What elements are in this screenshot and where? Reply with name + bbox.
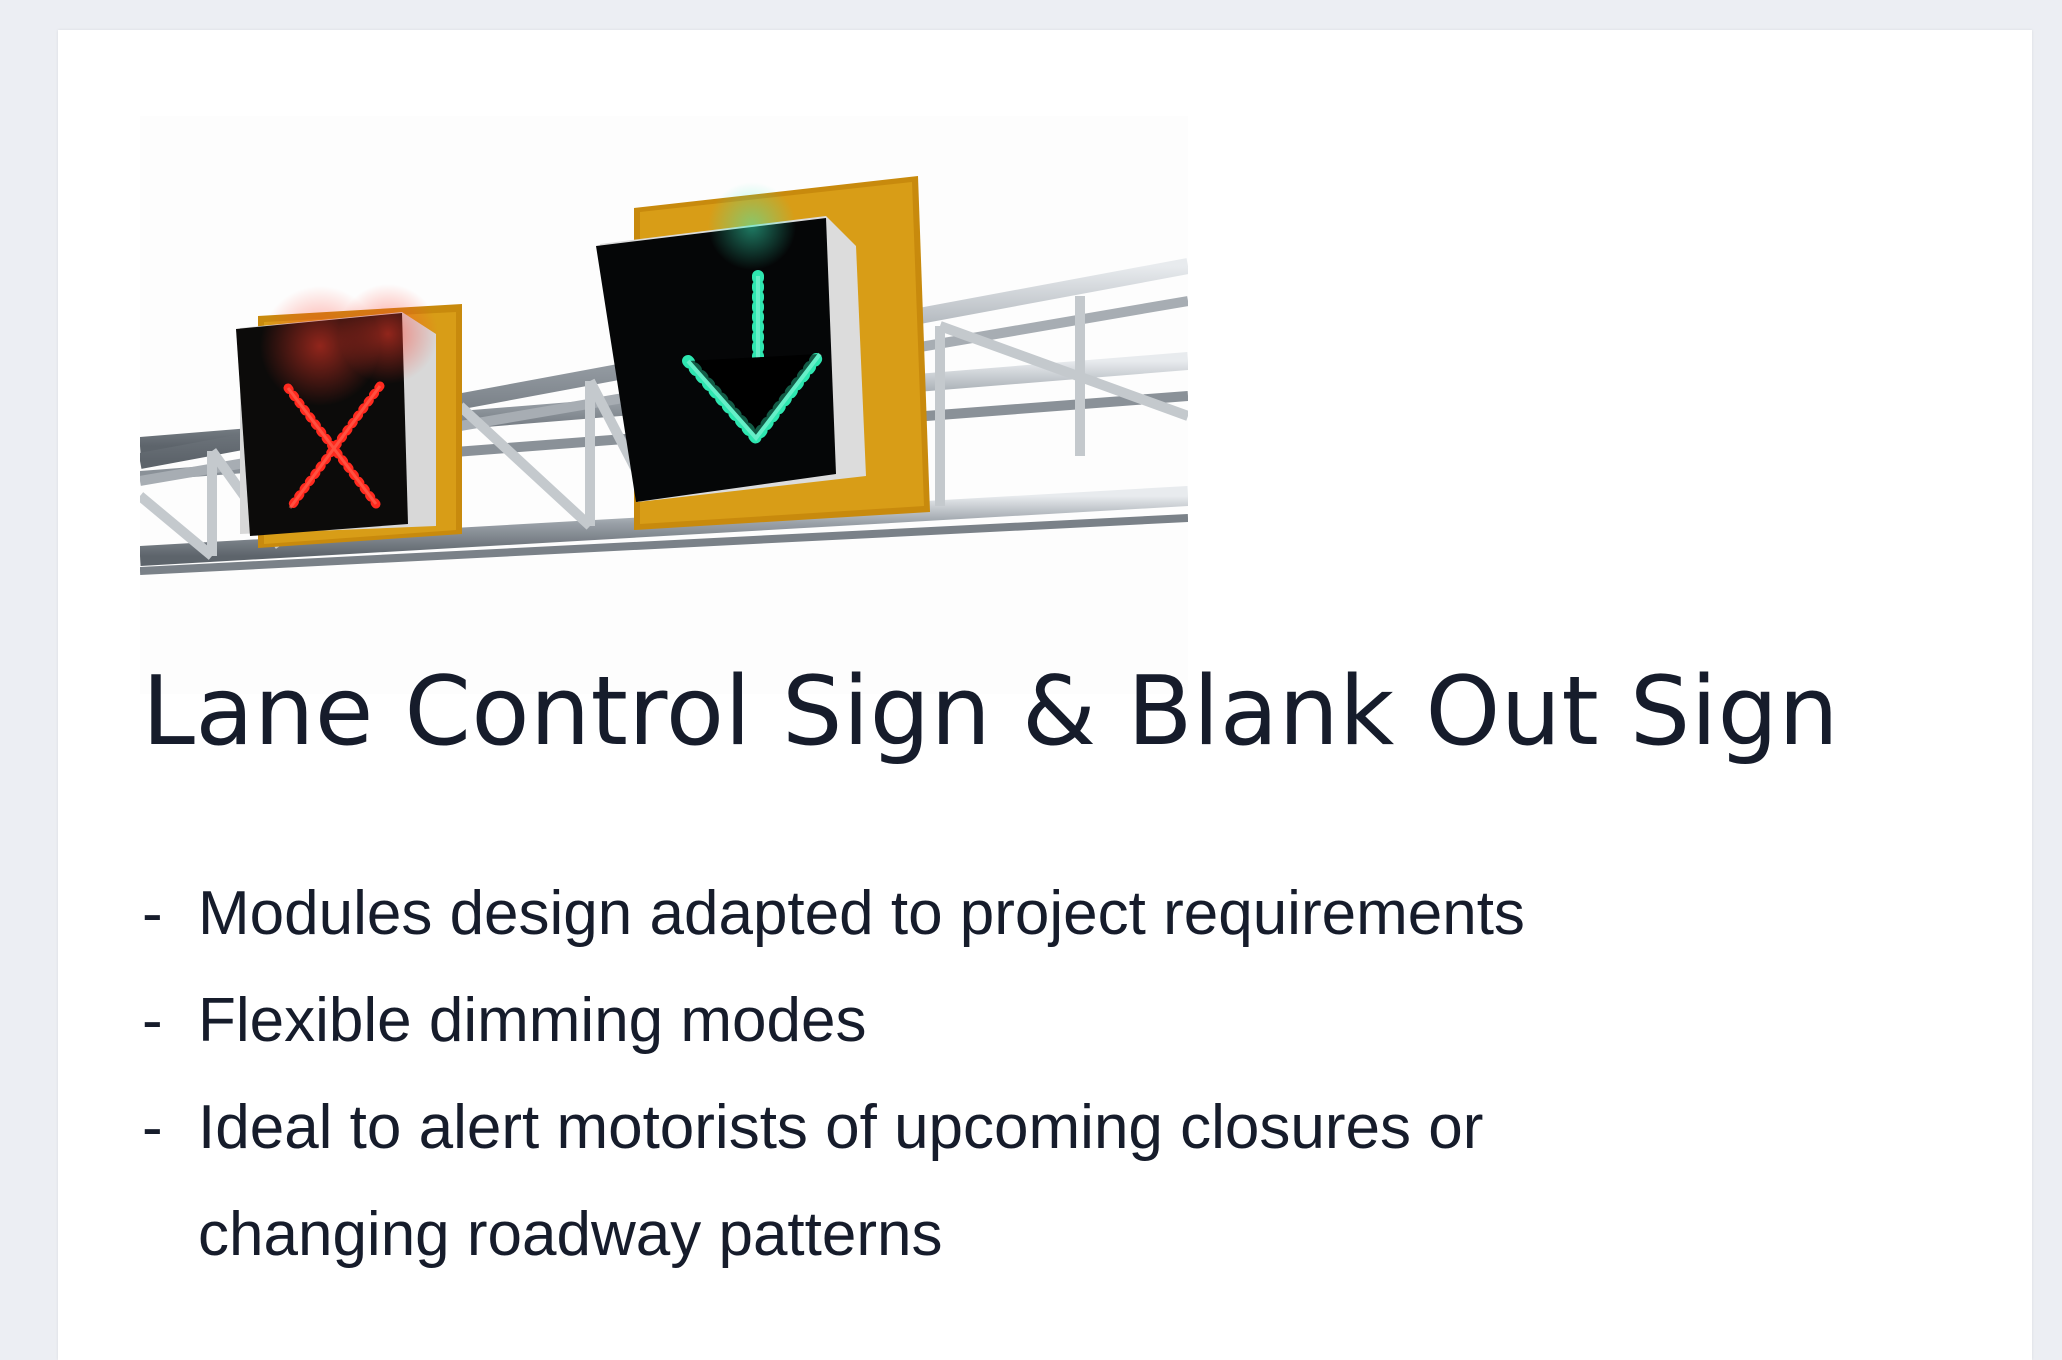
bullet-dash: - [142,879,163,948]
feature-text: Modules design adapted to project requir… [198,879,1525,948]
product-card: Lane Control Sign & Blank Out Sign - Mod… [58,30,2032,1360]
feature-item: - Modules design adapted to project requ… [142,860,1662,967]
feature-list: - Modules design adapted to project requ… [142,860,1662,1288]
red-x-sign [236,284,462,548]
product-title: Lane Control Sign & Blank Out Sign [142,657,1840,767]
feature-item: - Flexible dimming modes [142,967,1662,1074]
feature-text: Flexible dimming modes [198,986,867,1055]
bullet-dash: - [142,1093,163,1162]
green-arrow-sign [596,176,930,530]
lane-control-sign-image [140,116,1188,694]
feature-text: Ideal to alert motorists of upcoming clo… [198,1093,1484,1269]
bullet-dash: - [142,986,163,1055]
feature-item: - Ideal to alert motorists of upcoming c… [142,1074,1662,1288]
